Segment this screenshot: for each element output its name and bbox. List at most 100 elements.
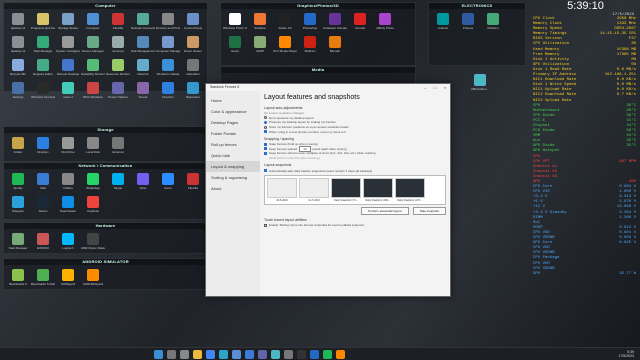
desktop-icon[interactable]: Computer [81, 11, 105, 33]
desktop-icon[interactable]: LDMultiPlayer9 [81, 267, 105, 289]
desktop-icon[interactable]: VLC Media Player [273, 34, 297, 56]
option-auto-snapshot[interactable]: Automatically take daily backup snapshot… [264, 168, 446, 173]
desktop-icon[interactable]: Viber [131, 171, 155, 193]
radio-icon[interactable] [264, 116, 267, 120]
desktop-icon[interactable]: desktop.ini [6, 11, 30, 33]
desktop-icon[interactable]: Telegram [6, 194, 30, 216]
desktop-icon[interactable]: Skype [106, 171, 130, 193]
desktop-icon[interactable]: Steam [31, 194, 55, 216]
desktop-icon[interactable]: notes 4 [56, 80, 80, 102]
nav-item[interactable]: Home [206, 95, 260, 106]
desktop-icon[interactable]: Services [106, 34, 130, 56]
desktop-icon[interactable]: Acrobat [348, 11, 372, 33]
desktop-icon[interactable]: External [106, 135, 130, 157]
desktop-icon[interactable]: Reliability Monitor [81, 57, 105, 79]
window-titlebar[interactable]: Stardock Fences 5 – □ × [206, 84, 450, 91]
desktop-icon[interactable]: desktop.ini [6, 34, 30, 56]
snapshot-item[interactable]: Daily Snapshot (7/1... [331, 177, 361, 202]
desktop-icon[interactable]: HWiNFO [31, 231, 55, 253]
desktop-icon[interactable]: Character Animator [323, 11, 347, 33]
chrome-icon[interactable] [206, 349, 215, 359]
fence-network[interactable]: Network / Communication Spotify Mail Utili… [3, 162, 208, 220]
vlc-icon[interactable] [336, 349, 345, 359]
desktop-icon[interactable]: Adobe FX [273, 11, 297, 33]
nav-item[interactable]: About [206, 183, 260, 194]
start-icon[interactable] [154, 349, 163, 359]
nav-item[interactable]: Quick-hide [206, 150, 260, 161]
terminal-icon[interactable] [297, 349, 306, 359]
photoshop-icon[interactable] [310, 349, 319, 359]
nav-item[interactable]: Desktop Pages [206, 117, 260, 128]
perform-layout-button[interactable]: Perform automatic layout [361, 206, 409, 215]
desktop-icon[interactable]: LDPlayer9 [56, 267, 80, 289]
desktop-icon[interactable]: Windows Photo Viewer [223, 11, 247, 33]
fence-graphics[interactable]: Graphics/Photos/3D Windows Photo ViewerS… [220, 2, 416, 66]
desktop-icon[interactable]: Rainmeter [181, 80, 205, 102]
desktop-icon[interactable]: Local Disk [81, 135, 105, 157]
desktop-icon[interactable]: Event Viewer [181, 34, 205, 56]
checkbox-icon[interactable] [264, 130, 267, 134]
desktop-icon[interactable]: Photoshop [298, 11, 322, 33]
explorer-icon[interactable] [193, 349, 202, 359]
desktop-icon[interactable]: Multisim [481, 11, 505, 33]
desktop-icon[interactable]: RDC Windows [81, 80, 105, 102]
radio-icon[interactable] [264, 120, 267, 124]
desktop-icon[interactable]: System Configuration [56, 34, 80, 56]
desktop-icon[interactable]: Task Manager [6, 231, 30, 253]
desktop-icon[interactable]: Sound [131, 80, 155, 102]
desktop-icon[interactable]: Device Manager [81, 34, 105, 56]
checkbox-icon[interactable] [264, 223, 267, 227]
snapshot-item[interactable]: 18-5-2023 [267, 177, 297, 202]
mail-icon[interactable] [245, 349, 254, 359]
radio-icon[interactable] [264, 125, 267, 129]
nav-item[interactable]: Color & appearance [206, 106, 260, 117]
desktop-icon[interactable]: Proteus [456, 11, 480, 33]
desktop-icon[interactable]: Sandbox [248, 11, 272, 33]
desktop-icon[interactable]: Computer Management [156, 34, 180, 56]
checkbox-icon[interactable] [264, 142, 267, 146]
maximize-icon[interactable]: □ [430, 84, 440, 91]
fence-electronics[interactable]: ELECTRONICS Arduino Proteus Multisim [428, 2, 526, 66]
nav-item[interactable]: Layout & snapping [206, 161, 260, 172]
desktop-icon[interactable]: Control Panel [181, 11, 205, 33]
desktop-icon[interactable]: Task Manager [31, 34, 55, 56]
nav-item[interactable]: Folder Portals [206, 128, 260, 139]
spotify-icon[interactable] [323, 349, 332, 359]
settings-icon[interactable] [284, 349, 293, 359]
desktop-icon[interactable]: TeamViewer [56, 194, 80, 216]
desktop-icon[interactable]: Windows Terminal [31, 80, 55, 102]
fence-android[interactable]: ANDROID SIMULATOR BlueStacks 5 BlueStacks… [3, 258, 208, 290]
desktop-icon[interactable]: Utilities [56, 171, 80, 193]
desktop-icon[interactable]: Dist Drive [56, 135, 80, 157]
fence-storage[interactable]: Storage Folder Dropbox Dist Drive Local Dis… [3, 126, 208, 162]
desktop-icon[interactable]: Blender [323, 34, 347, 56]
desktop-icon[interactable]: Network [131, 57, 155, 79]
desktop-icon[interactable]: AnyDesk [81, 194, 105, 216]
desktop-icon[interactable]: Calculator [181, 57, 205, 79]
nav-item[interactable]: Sorting & organizing [206, 172, 260, 183]
snapshot-item[interactable]: 14-7-2023 [299, 177, 329, 202]
close-icon[interactable]: × [440, 84, 450, 91]
desktop-icon[interactable]: Dropbox [31, 135, 55, 157]
desktop-icon[interactable]: Settings [6, 80, 30, 102]
desktop-icon[interactable]: Filezilla [181, 171, 205, 193]
desktop-icon[interactable]: Affinity Photo [373, 11, 397, 33]
desktop-icon[interactable]: Filezilla [106, 11, 130, 33]
snapshot-item[interactable]: Daily Snapshot (17/1... [395, 177, 425, 202]
desktop-icon[interactable]: Zoom [156, 171, 180, 193]
desktop-icon[interactable]: Network Connections [131, 11, 155, 33]
desktop-icon[interactable]: Resource Monitor [106, 57, 130, 79]
desktop-icon[interactable]: Wolfram [298, 34, 322, 56]
fences-icon[interactable] [271, 349, 280, 359]
taskbar-date[interactable]: 17/5/2023 [618, 354, 634, 358]
option-flicking[interactable]: Enable 'flicking' icons into Fences (int… [264, 223, 446, 228]
desktop-icon[interactable]: AMD Ryzen Master [81, 231, 105, 253]
edge-icon[interactable] [219, 349, 228, 359]
desktop-icon[interactable]: BlueStacks 5 [6, 267, 30, 289]
desktop-icon[interactable]: Programs and Features [31, 11, 55, 33]
store-icon[interactable] [232, 349, 241, 359]
checkbox-icon[interactable] [264, 151, 267, 155]
teams-icon[interactable] [258, 349, 267, 359]
desktop-icon[interactable]: Power Options [106, 80, 130, 102]
task-view-icon[interactable] [180, 349, 189, 359]
